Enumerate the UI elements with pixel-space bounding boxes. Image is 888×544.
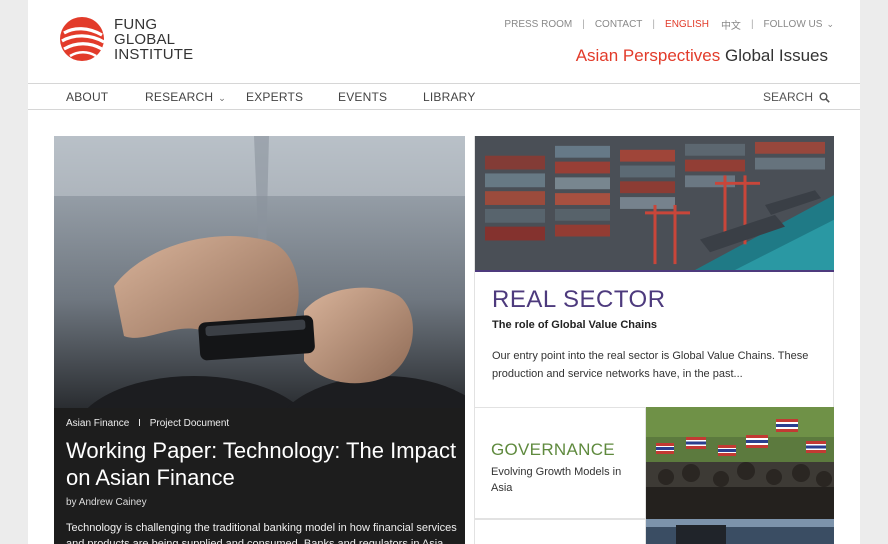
real-sector-card[interactable]: REAL SECTOR The role of Global Value Cha… xyxy=(474,136,834,408)
governance-card[interactable]: GOVERNANCE Evolving Growth Models in Asi… xyxy=(474,407,646,519)
hero-excerpt: Technology is challenging the traditiona… xyxy=(66,522,457,544)
nav-item-research-label: RESEARCH xyxy=(145,90,214,104)
tagline-main: Global Issues xyxy=(725,46,828,65)
hero-author: by Andrew Cainey xyxy=(66,497,147,508)
meta-separator: I xyxy=(138,418,141,429)
nav-item-research[interactable]: RESEARCH ⌄ xyxy=(145,90,226,104)
divider: | xyxy=(750,19,754,30)
contact-link[interactable]: CONTACT xyxy=(595,19,643,30)
protest-photo xyxy=(646,407,834,519)
nav-item-events[interactable]: EVENTS xyxy=(338,90,387,104)
search-button[interactable]: SEARCH xyxy=(763,90,830,104)
logo-line-1: FUNG xyxy=(114,15,158,33)
search-label: SEARCH xyxy=(762,90,813,104)
governance-subtitle: Evolving Growth Models in Asia xyxy=(491,466,622,494)
logo[interactable]: FUNG GLOBAL INSTITUTE xyxy=(58,15,193,63)
chevron-down-icon: ⌄ xyxy=(826,19,834,29)
utility-nav: PRESS ROOM | CONTACT | ENGLISH 中文 | FOLL… xyxy=(504,17,834,32)
hero-meta: Asian Finance I Project Document xyxy=(66,418,461,429)
real-sector-body: Our entry point into the real sector is … xyxy=(492,350,809,380)
hero-article[interactable]: Asian Finance I Project Document Working… xyxy=(54,136,465,544)
logo-text: FUNG GLOBAL INSTITUTE xyxy=(114,17,193,62)
tagline-accent: Asian Perspectives xyxy=(575,46,721,65)
nav-item-about[interactable]: ABOUT xyxy=(66,90,108,104)
logo-line-2: GLOBAL xyxy=(114,30,176,48)
hero-caption: Asian Finance I Project Document Working… xyxy=(66,418,461,544)
press-room-link[interactable]: PRESS ROOM xyxy=(504,19,572,30)
english-link[interactable]: ENGLISH xyxy=(665,19,709,30)
hero-category-link[interactable]: Asian Finance xyxy=(66,418,129,429)
main-nav: ABOUT RESEARCH ⌄ EXPERTS EVENTS LIBRARY S… xyxy=(28,83,860,110)
chevron-down-icon: ⌄ xyxy=(218,93,227,103)
logo-line-3: INSTITUTE xyxy=(114,45,194,63)
page: FUNG GLOBAL INSTITUTE PRESS ROOM | CONTA… xyxy=(28,0,860,544)
hero-doc-type[interactable]: Project Document xyxy=(150,418,229,429)
search-icon xyxy=(819,92,830,103)
hero-photo xyxy=(54,136,465,408)
divider: | xyxy=(582,19,585,30)
next-card[interactable] xyxy=(474,519,646,544)
logo-mark-icon xyxy=(60,17,105,61)
chinese-link[interactable]: 中文 xyxy=(721,17,741,32)
follow-us-link[interactable]: FOLLOW US xyxy=(764,19,823,30)
hero-title[interactable]: Working Paper: Technology: The Impact on… xyxy=(66,437,461,491)
next-card-photo xyxy=(646,519,834,544)
nav-item-experts[interactable]: EXPERTS xyxy=(246,90,303,104)
real-sector-subtitle: The role of Global Value Chains xyxy=(492,319,658,331)
real-sector-title[interactable]: REAL SECTOR xyxy=(492,286,666,314)
tagline: Asian Perspectives Global Issues xyxy=(576,46,828,66)
nav-item-library[interactable]: LIBRARY xyxy=(423,90,476,104)
port-photo xyxy=(475,136,834,272)
governance-title[interactable]: GOVERNANCE xyxy=(491,440,615,460)
divider: | xyxy=(652,19,656,30)
